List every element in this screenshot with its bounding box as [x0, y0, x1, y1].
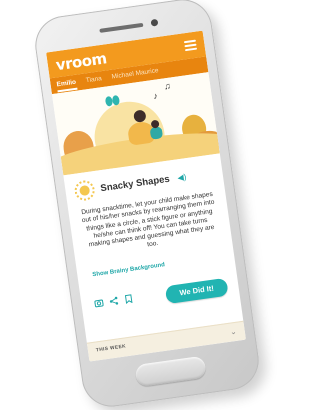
phone-device: vroom Emilio Tiana Michael Maurice ♪ ♫ S… [31, 0, 263, 410]
music-note-icon: ♫ [163, 80, 172, 92]
card-actions: We Did It! [89, 277, 230, 314]
activity-card: Snacky Shapes ◀) During snacktime, let y… [63, 153, 239, 315]
activity-title: Snacky Shapes [99, 173, 171, 194]
menu-icon[interactable] [183, 39, 198, 52]
bookmark-icon[interactable] [124, 294, 134, 306]
camera-icon[interactable] [94, 298, 104, 310]
sun-icon [73, 179, 96, 202]
share-icon[interactable] [109, 296, 119, 308]
this-week-label: THIS WEEK [95, 344, 127, 354]
we-did-it-button[interactable]: We Did It! [164, 277, 229, 304]
app-logo: vroom [54, 49, 108, 75]
scene: vroom Emilio Tiana Michael Maurice ♪ ♫ S… [0, 0, 267, 410]
butterfly-icon [105, 95, 121, 109]
tab-emilio[interactable]: Emilio [56, 78, 77, 90]
music-note-icon: ♪ [152, 90, 159, 102]
tab-tiana[interactable]: Tiana [85, 75, 102, 86]
activity-description: During snacktime, let your child make sh… [80, 190, 215, 249]
home-button[interactable] [134, 355, 207, 388]
this-week-bar[interactable]: THIS WEEK ⌄ [86, 320, 246, 362]
speaker-icon[interactable]: ◀) [177, 172, 187, 182]
chevron-down-icon[interactable]: ⌄ [229, 327, 237, 337]
phone-speaker [99, 22, 144, 33]
app-screen: vroom Emilio Tiana Michael Maurice ♪ ♫ S… [46, 30, 246, 362]
brainy-background-link[interactable]: Show Brainy Background [92, 253, 226, 278]
phone-camera [150, 18, 159, 27]
